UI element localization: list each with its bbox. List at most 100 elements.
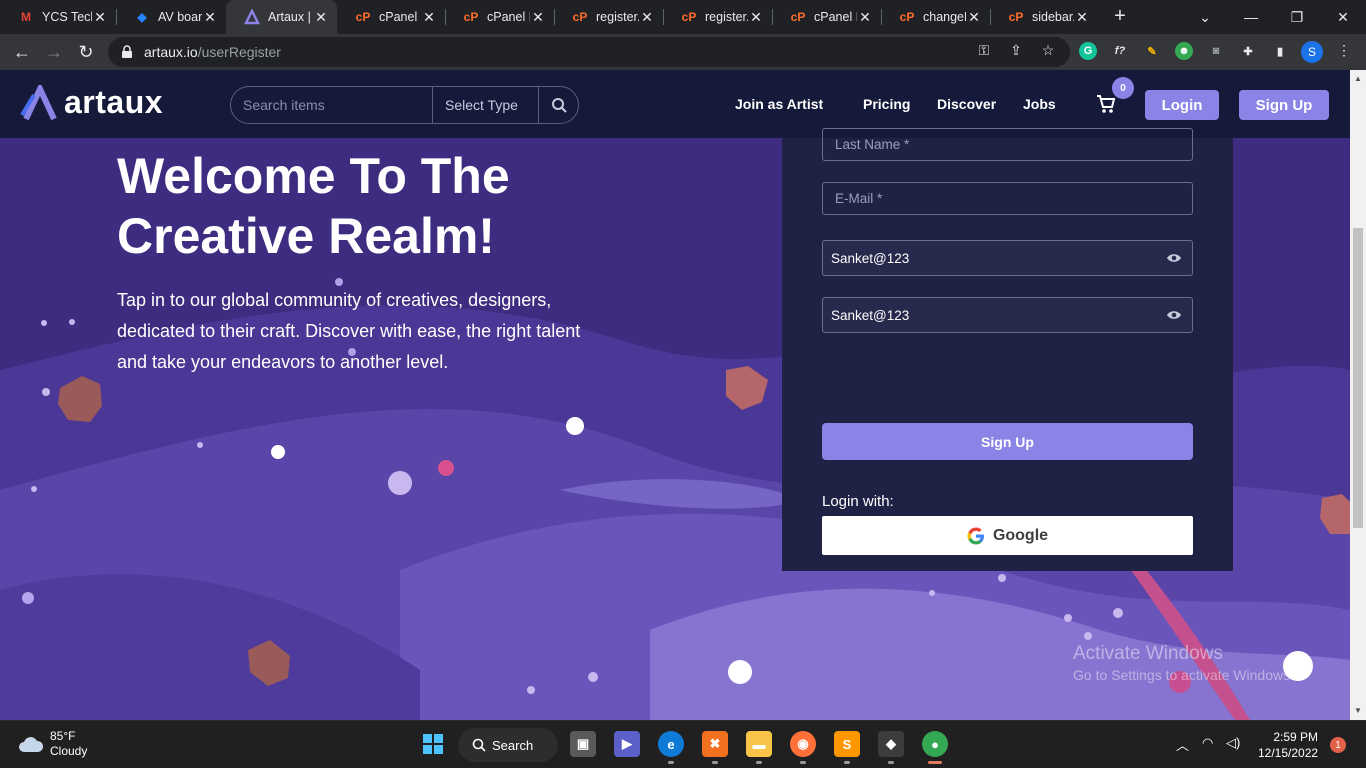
close-tab-icon[interactable]: ✕ xyxy=(748,9,764,26)
browser-tab-strip: M YCS Tech ✕ ◆ AV board ✕ Artaux | ✕ cP … xyxy=(0,0,1366,34)
tab-search-icon[interactable]: ⌄ xyxy=(1182,0,1228,34)
teams-meet-icon[interactable]: ▶ xyxy=(614,731,640,757)
notification-badge[interactable]: 1 xyxy=(1330,737,1346,753)
select-type-dropdown[interactable]: Select Type xyxy=(432,87,539,123)
close-tab-icon[interactable]: ✕ xyxy=(1074,9,1090,26)
register-panel: Last Name * E-Mail * Sanket@123 Sanket@1… xyxy=(782,128,1233,571)
task-view-icon[interactable]: ▣ xyxy=(570,731,596,757)
cpanel-icon: cP xyxy=(1008,10,1024,24)
close-tab-icon[interactable]: ✕ xyxy=(313,9,329,26)
puzzle-extensions-icon[interactable]: ✚ xyxy=(1239,42,1257,60)
chrome-icon[interactable]: ● xyxy=(922,731,948,757)
artaux-logo[interactable]: artaux xyxy=(20,84,163,121)
search-input[interactable] xyxy=(231,87,432,123)
font-extension-icon[interactable]: f? xyxy=(1111,42,1129,60)
browser-tab[interactable]: cP sidebar. ✕ xyxy=(990,0,1098,34)
nav-discover[interactable]: Discover xyxy=(937,96,996,112)
pen-extension-icon[interactable]: ✎ xyxy=(1143,42,1161,60)
windows-start-icon[interactable] xyxy=(420,731,446,757)
forward-arrow-icon[interactable]: → xyxy=(40,38,68,66)
close-tab-icon[interactable]: ✕ xyxy=(639,9,655,26)
close-tab-icon[interactable]: ✕ xyxy=(92,9,108,26)
url-path: /userRegister xyxy=(197,44,281,60)
browser-tab[interactable]: cP register. ✕ xyxy=(554,0,663,34)
scrollbar-thumb[interactable] xyxy=(1353,228,1363,528)
camera-icon[interactable]: ◙ xyxy=(1207,42,1225,60)
close-tab-icon[interactable]: ✕ xyxy=(202,9,218,26)
volume-icon[interactable]: ◁) xyxy=(1226,735,1240,751)
cpanel-icon: cP xyxy=(355,10,371,24)
close-window-button[interactable]: ✕ xyxy=(1320,0,1366,34)
page-scrollbar[interactable]: ▲ ▼ xyxy=(1350,70,1366,720)
scroll-up-arrow-icon[interactable]: ▲ xyxy=(1354,74,1362,83)
close-tab-icon[interactable]: ✕ xyxy=(530,9,546,26)
bookmark-star-icon[interactable]: ☆ xyxy=(1039,41,1057,59)
search-button[interactable] xyxy=(539,87,578,123)
nav-jobs[interactable]: Jobs xyxy=(1023,96,1056,112)
search-icon xyxy=(472,738,486,752)
edge-icon[interactable]: e xyxy=(658,731,684,757)
nav-join-as-artist[interactable]: Join as Artist xyxy=(735,96,823,112)
cart-icon[interactable] xyxy=(1096,94,1116,114)
close-tab-icon[interactable]: ✕ xyxy=(966,9,982,26)
password-field[interactable]: Sanket@123 xyxy=(822,240,1193,276)
sublime-text-icon[interactable]: S xyxy=(834,731,860,757)
gmail-icon: M xyxy=(21,10,31,24)
taskbar-search[interactable]: Search xyxy=(458,728,558,762)
show-password-eye-icon[interactable] xyxy=(1166,252,1182,264)
browser-tab[interactable]: M YCS Tech ✕ xyxy=(0,0,116,34)
cpanel-icon: cP xyxy=(681,10,697,24)
extension-icon[interactable]: ☻ xyxy=(1175,42,1193,60)
google-button-label: Google xyxy=(992,526,1049,544)
browser-tab[interactable]: cP changeF ✕ xyxy=(881,0,990,34)
activate-windows-watermark: Activate Windows Go to Settings to activ… xyxy=(1073,643,1294,683)
profile-avatar[interactable]: S xyxy=(1301,41,1323,63)
grammarly-icon[interactable]: G xyxy=(1079,42,1097,60)
show-password-eye-icon[interactable] xyxy=(1166,309,1182,321)
firefox-icon[interactable]: ◉ xyxy=(790,731,816,757)
restore-button[interactable]: ❐ xyxy=(1274,0,1320,34)
browser-tab[interactable]: cP cPanel F ✕ xyxy=(445,0,554,34)
wifi-icon[interactable]: ◠ xyxy=(1202,735,1213,751)
git-icon[interactable]: ◆ xyxy=(878,731,904,757)
signup-submit-button[interactable]: Sign Up xyxy=(822,423,1193,460)
page-viewport: artaux Select Type Join as Artist Pricin… xyxy=(0,70,1350,720)
browser-tab[interactable]: ◆ AV board ✕ xyxy=(116,0,226,34)
cpanel-icon: cP xyxy=(572,10,588,24)
key-icon[interactable]: ⚿ xyxy=(975,41,993,59)
google-login-button[interactable]: Google xyxy=(822,516,1193,555)
side-panel-icon[interactable]: ▮ xyxy=(1271,42,1289,60)
cpanel-icon: cP xyxy=(899,10,915,24)
email-field[interactable]: E-Mail * xyxy=(822,182,1193,215)
weather-widget[interactable]: 85°F Cloudy xyxy=(18,729,87,759)
tray-overflow-chevron-icon[interactable]: ︿ xyxy=(1176,735,1189,754)
close-tab-icon[interactable]: ✕ xyxy=(421,9,437,26)
last-name-field[interactable]: Last Name * xyxy=(822,128,1193,161)
back-arrow-icon[interactable]: ← xyxy=(8,38,36,66)
close-tab-icon[interactable]: ✕ xyxy=(857,9,873,26)
xampp-icon[interactable]: ✖ xyxy=(702,731,728,757)
url-domain: artaux.io xyxy=(144,44,198,60)
nav-pricing[interactable]: Pricing xyxy=(863,96,910,112)
login-button[interactable]: Login xyxy=(1145,90,1219,120)
confirm-password-field[interactable]: Sanket@123 xyxy=(822,297,1193,333)
weather-description: Cloudy xyxy=(50,744,88,758)
address-bar[interactable]: artaux.io/userRegister xyxy=(108,37,1070,67)
search-icon xyxy=(551,98,567,113)
file-explorer-icon[interactable]: ▬ xyxy=(746,731,772,757)
jira-icon: ◆ xyxy=(137,10,147,24)
lock-icon[interactable] xyxy=(120,45,134,59)
browser-tab[interactable]: cP cPanel - ✕ xyxy=(337,0,445,34)
reload-icon[interactable]: ↻ xyxy=(72,38,100,66)
minimize-button[interactable]: — xyxy=(1228,0,1274,34)
header-signup-button[interactable]: Sign Up xyxy=(1239,90,1329,120)
share-icon[interactable]: ⇪ xyxy=(1007,41,1025,59)
browser-tab-active[interactable]: Artaux | ✕ xyxy=(226,0,337,34)
cart-count-badge: 0 xyxy=(1112,77,1134,99)
menu-dots-icon[interactable]: ⋮ xyxy=(1335,41,1353,59)
browser-tab[interactable]: cP cPanel F ✕ xyxy=(772,0,881,34)
taskbar-clock[interactable]: 2:59 PM 12/15/2022 xyxy=(1258,729,1318,761)
browser-tab[interactable]: cP register. ✕ xyxy=(663,0,772,34)
scroll-down-arrow-icon[interactable]: ▼ xyxy=(1354,706,1362,715)
new-tab-button[interactable]: + xyxy=(1108,4,1132,28)
